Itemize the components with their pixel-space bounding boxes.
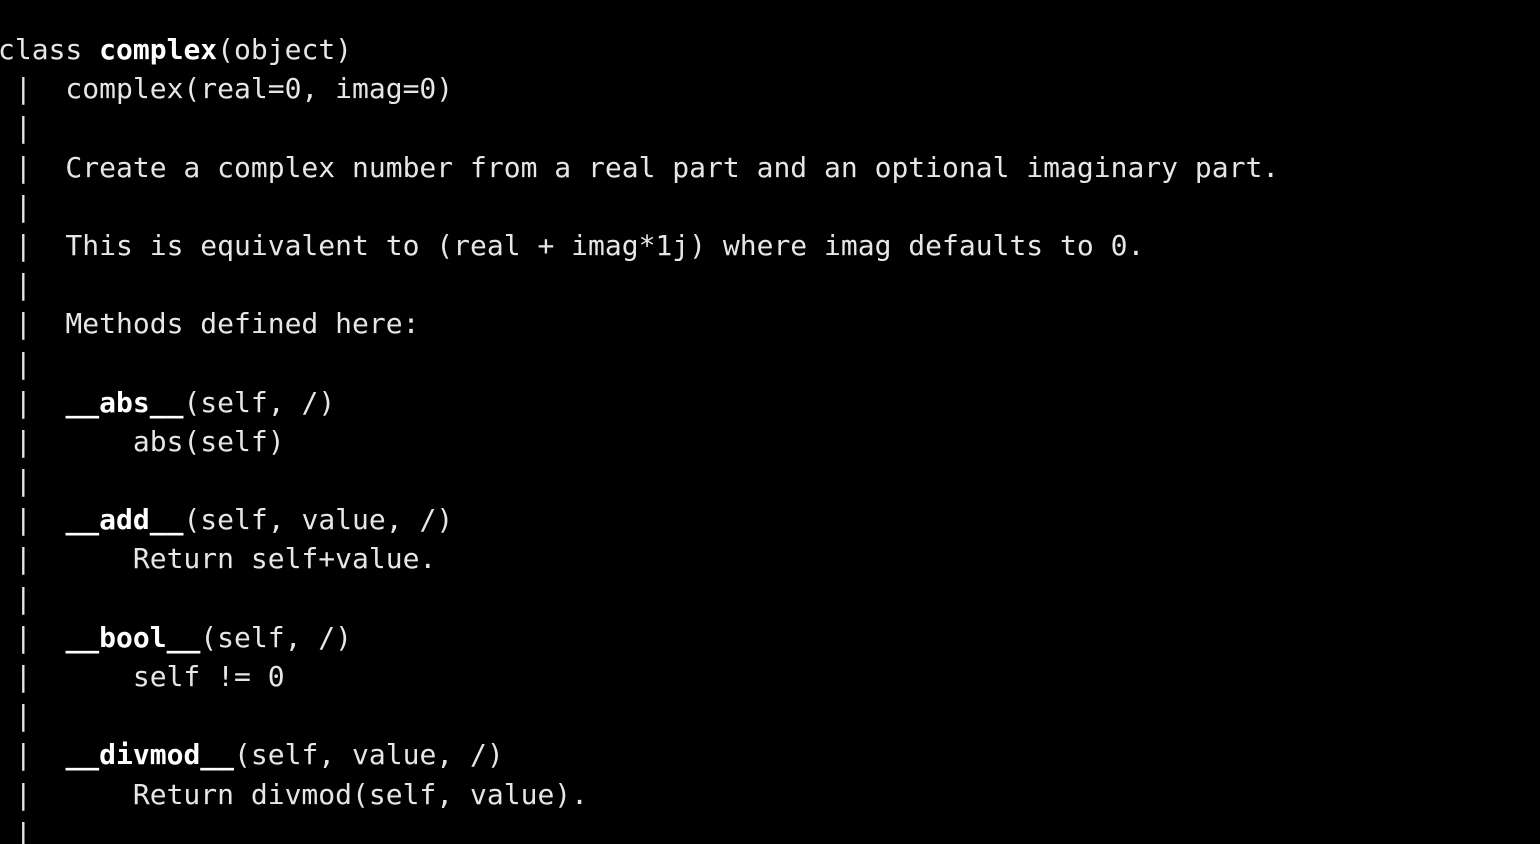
- bold-text-run: __divmod__: [65, 738, 235, 772]
- method-signature-bool: | __bool__(self, /): [0, 618, 1279, 657]
- summary-paragraph-2: | This is equivalent to (real + imag*1j)…: [0, 226, 1279, 265]
- text-run: |: [0, 816, 66, 844]
- method-doc-abs: | abs(self): [0, 422, 1279, 461]
- method-signature-divmod: | __divmod__(self, value, /): [0, 735, 1279, 774]
- continuation-bar: |: [0, 108, 1279, 147]
- continuation-bar: |: [0, 461, 1279, 500]
- bold-text-run: __abs__: [65, 385, 184, 419]
- text-run: | This is equivalent to (real + imag*1j)…: [0, 228, 1145, 262]
- summary-paragraph-1: | Create a complex number from a real pa…: [0, 148, 1279, 187]
- terminal-window[interactable]: class complex(object) | complex(real=0, …: [0, 0, 1540, 844]
- terminal-screen: class complex(object) | complex(real=0, …: [0, 30, 1279, 844]
- continuation-bar: |: [0, 814, 1279, 844]
- bold-text-run: __bool__: [65, 620, 201, 654]
- continuation-bar: |: [0, 265, 1279, 304]
- text-run: class: [0, 33, 100, 66]
- continuation-bar: |: [0, 579, 1279, 618]
- text-run: |: [0, 503, 66, 537]
- text-run: |: [0, 738, 66, 772]
- text-run: |: [0, 111, 66, 145]
- continuation-bar: |: [0, 696, 1279, 735]
- method-signature-add: | __add__(self, value, /): [0, 500, 1279, 539]
- text-run: | Return divmod(self, value).: [0, 777, 589, 811]
- text-run: (self, value, /): [183, 503, 454, 537]
- bold-text-run: complex: [99, 33, 218, 66]
- methods-section-heading: | Methods defined here:: [0, 304, 1279, 343]
- text-run: |: [0, 346, 66, 380]
- text-run: |: [0, 464, 66, 498]
- bold-text-run: __add__: [65, 503, 184, 537]
- text-run: | complex(real=0, imag=0): [0, 72, 454, 106]
- text-run: (object): [217, 33, 353, 66]
- text-run: |: [0, 385, 66, 419]
- text-run: (self, /): [183, 385, 336, 419]
- continuation-bar: |: [0, 187, 1279, 226]
- text-run: | abs(self): [0, 424, 285, 458]
- text-run: |: [0, 620, 66, 654]
- text-run: |: [0, 189, 66, 223]
- text-run: | self != 0: [0, 660, 285, 693]
- method-signature-abs: | __abs__(self, /): [0, 383, 1279, 422]
- method-doc-bool: | self != 0: [0, 657, 1279, 696]
- text-run: | Return self+value.: [0, 542, 437, 576]
- text-run: | Create a complex number from a real pa…: [0, 150, 1280, 184]
- text-run: |: [0, 268, 66, 302]
- class-signature: | complex(real=0, imag=0): [0, 69, 1279, 108]
- text-run: (self, /): [200, 620, 353, 654]
- method-doc-add: | Return self+value.: [0, 539, 1279, 578]
- text-run: |: [0, 699, 66, 733]
- text-run: | Methods defined here:: [0, 307, 420, 341]
- text-run: (self, value, /): [234, 738, 504, 772]
- continuation-bar: |: [0, 344, 1279, 383]
- class-declaration: class complex(object): [0, 30, 1279, 69]
- method-doc-divmod: | Return divmod(self, value).: [0, 775, 1279, 814]
- text-run: |: [0, 581, 66, 615]
